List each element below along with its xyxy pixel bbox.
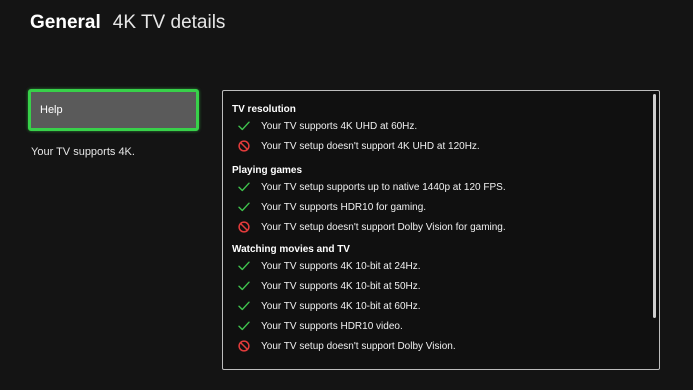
check-icon [237, 299, 251, 313]
check-icon [237, 279, 251, 293]
capability-row: Your TV supports 4K 10-bit at 50Hz. [232, 276, 645, 296]
prohibited-icon [237, 220, 251, 234]
capability-text: Your TV supports 4K 10-bit at 24Hz. [261, 260, 421, 272]
tv-details-panel[interactable]: TV resolution Your TV supports 4K UHD at … [222, 90, 660, 370]
capability-text: Your TV supports HDR10 video. [261, 320, 403, 332]
page-title: 4K TV details [112, 12, 226, 33]
check-icon [237, 119, 251, 133]
capability-row: Your TV supports HDR10 for gaming. [232, 197, 645, 217]
scrollbar[interactable] [653, 94, 656, 318]
capability-row: Your TV setup doesn't support Dolby Visi… [232, 336, 645, 356]
page-header: General 4K TV details [30, 12, 225, 34]
capability-row: Your TV setup doesn't support 4K UHD at … [232, 136, 645, 156]
check-icon [237, 259, 251, 273]
capability-row: Your TV setup doesn't support Dolby Visi… [232, 217, 645, 237]
capability-text: Your TV setup doesn't support 4K UHD at … [261, 140, 480, 152]
prohibited-icon [237, 139, 251, 153]
capability-row: Your TV supports 4K 10-bit at 60Hz. [232, 296, 645, 316]
capability-text: Your TV setup doesn't support Dolby Visi… [261, 221, 506, 233]
capability-text: Your TV setup doesn't support Dolby Visi… [261, 340, 456, 352]
capability-row: Your TV supports HDR10 video. [232, 316, 645, 336]
help-button-label: Help [40, 104, 63, 116]
tv-4k-summary: Your TV supports 4K. [31, 146, 135, 158]
capability-row: Your TV setup supports up to native 1440… [232, 177, 645, 197]
prohibited-icon [237, 339, 251, 353]
check-icon [237, 180, 251, 194]
capability-text: Your TV supports HDR10 for gaming. [261, 201, 427, 213]
section-heading: Watching movies and TV [232, 244, 350, 255]
section-heading: TV resolution [232, 104, 296, 115]
capability-row: Your TV supports 4K 10-bit at 24Hz. [232, 256, 645, 276]
check-icon [237, 200, 251, 214]
capability-row: Your TV supports 4K UHD at 60Hz. [232, 116, 645, 136]
capability-text: Your TV supports 4K 10-bit at 50Hz. [261, 280, 421, 292]
section-heading: Playing games [232, 165, 303, 176]
capability-text: Your TV supports 4K UHD at 60Hz. [261, 120, 418, 132]
check-icon [237, 319, 251, 333]
help-button[interactable]: Help [28, 89, 199, 131]
capability-text: Your TV supports 4K 10-bit at 60Hz. [261, 300, 421, 312]
section-title: General [30, 12, 101, 33]
capability-text: Your TV setup supports up to native 1440… [261, 181, 506, 193]
tv-details-list: TV resolution Your TV supports 4K UHD at … [232, 103, 645, 356]
